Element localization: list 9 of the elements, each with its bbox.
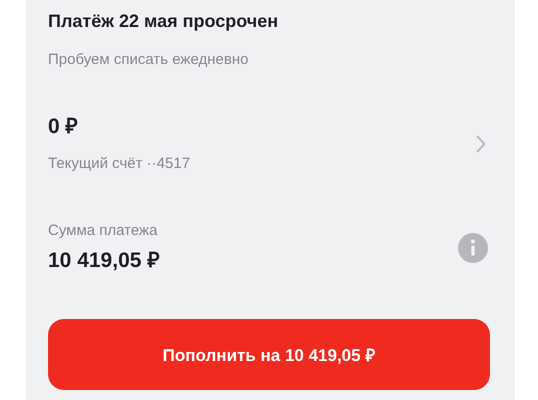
retry-note: Пробуем списать ежедневно — [48, 50, 250, 70]
chevron-right-icon[interactable] — [476, 135, 486, 153]
account-balance: 0 ₽ — [48, 114, 79, 140]
payment-amount: 10 419,05 ₽ — [48, 248, 160, 274]
info-icon[interactable] — [458, 232, 488, 262]
account-name: Текущий счёт ··4517 — [48, 154, 190, 174]
payment-overdue-title: Платёж 22 мая просрочен — [48, 10, 280, 33]
top-up-button[interactable]: Пополнить на 10 419,05 ₽ — [48, 319, 490, 390]
payment-amount-label: Сумма платежа — [48, 221, 158, 241]
